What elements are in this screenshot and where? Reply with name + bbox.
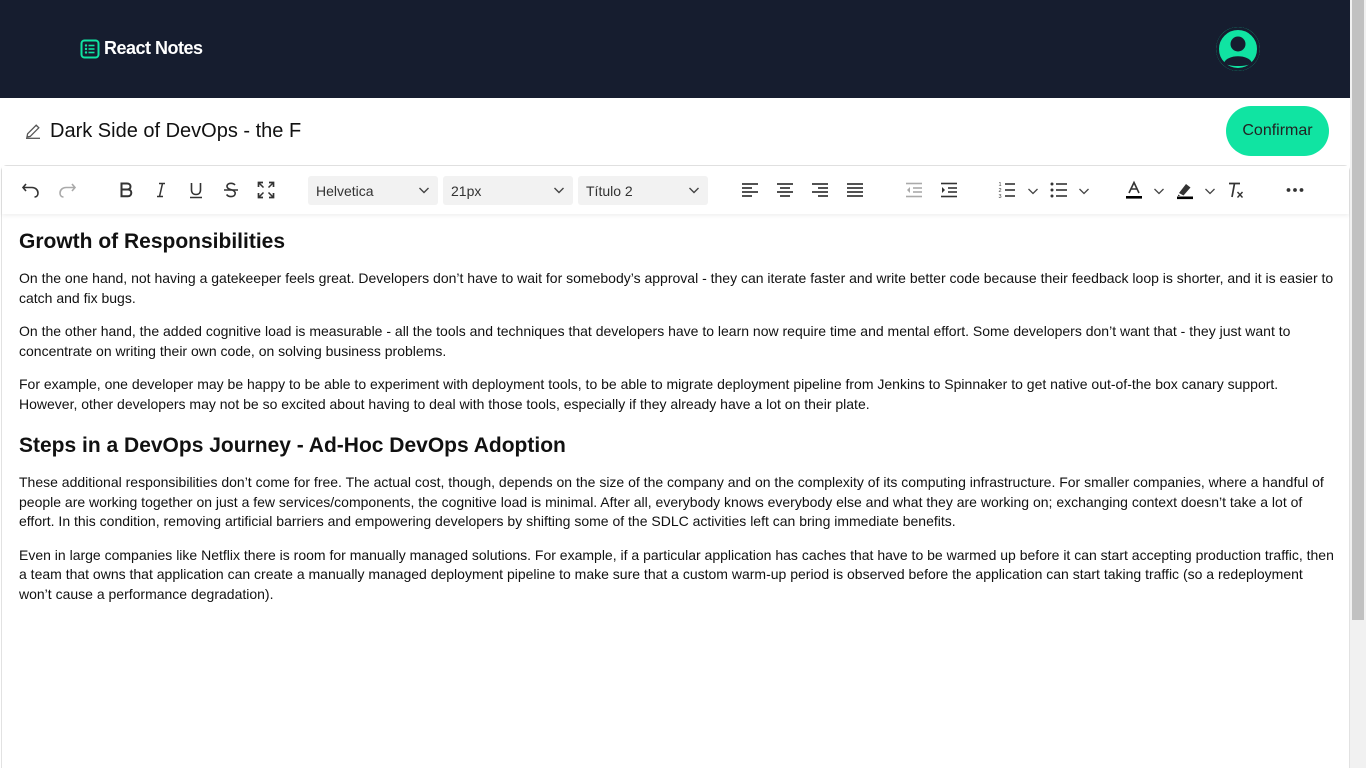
content-paragraph: For example, one developer may be happy …: [19, 376, 1279, 412]
content-heading: Growth of Responsibilities: [19, 230, 286, 253]
strikethrough-icon[interactable]: [219, 178, 243, 202]
chevron-down-icon[interactable]: [1153, 185, 1165, 197]
underline-icon[interactable]: [184, 178, 208, 202]
app: React Notes Confirmar: [0, 0, 1366, 768]
font-size-select[interactable]: 21px: [443, 176, 573, 205]
block-style-value: Título 2: [586, 182, 633, 199]
chevron-down-icon: [689, 187, 699, 194]
content-paragraph: On the one hand, not having a gatekeeper…: [19, 270, 1334, 306]
page-scrollbar[interactable]: [1350, 0, 1366, 768]
chevron-down-icon[interactable]: [1204, 185, 1216, 197]
content-paragraph: These additional responsibilities don’t …: [19, 474, 1324, 529]
undo-icon[interactable]: [19, 178, 43, 202]
more-icon[interactable]: [1283, 178, 1307, 202]
bold-icon[interactable]: [114, 178, 138, 202]
user-avatar-icon: [1216, 27, 1260, 71]
note-title-input[interactable]: [50, 116, 304, 146]
content-heading: Steps in a DevOps Journey - Ad-Hoc DevOp…: [19, 434, 566, 457]
redo-icon[interactable]: [55, 178, 79, 202]
note-title-bar: Confirmar: [0, 98, 1350, 164]
italic-icon[interactable]: [149, 178, 173, 202]
font-family-select[interactable]: Helvetica: [308, 176, 438, 205]
chevron-down-icon[interactable]: [1078, 185, 1090, 197]
app-name: React Notes: [104, 38, 203, 58]
fullscreen-icon[interactable]: [254, 178, 278, 202]
bullet-list-icon[interactable]: [1047, 178, 1071, 202]
font-family-value: Helvetica: [316, 182, 374, 199]
align-center-icon[interactable]: [773, 178, 797, 202]
chevron-down-icon[interactable]: [1027, 185, 1039, 197]
highlight-icon[interactable]: [1173, 178, 1197, 202]
pencil-icon: [24, 122, 42, 140]
font-size-value: 21px: [451, 182, 482, 199]
chevron-down-icon: [419, 187, 429, 194]
text-color-icon[interactable]: [1122, 178, 1146, 202]
content-paragraph: Even in large companies like Netflix the…: [19, 546, 1334, 602]
rich-text-editor: Helvetica 21px Título 2 1 2 3 Growth of …: [1, 165, 1350, 768]
block-style-select[interactable]: Título 2: [578, 176, 708, 205]
outdent-icon[interactable]: [902, 178, 926, 202]
svg-text:3: 3: [999, 194, 1002, 200]
editor-content[interactable]: Growth of Responsibilities On the one ha…: [19, 228, 1337, 618]
confirm-button[interactable]: Confirmar: [1226, 106, 1329, 156]
numbered-list-icon[interactable]: 123: [995, 178, 1019, 202]
editor-toolbar: Helvetica 21px Título 2 1 2 3: [2, 166, 1349, 214]
clear-formatting-icon[interactable]: [1224, 178, 1248, 202]
align-left-icon[interactable]: [738, 178, 762, 202]
align-justify-icon[interactable]: [843, 178, 867, 202]
notes-list-icon: [80, 39, 100, 59]
scrollbar-thumb[interactable]: [1352, 0, 1364, 620]
content-paragraph: On the other hand, the added cognitive l…: [19, 323, 1291, 359]
user-avatar-button[interactable]: [1216, 27, 1260, 71]
indent-icon[interactable]: [937, 178, 961, 202]
brand-link[interactable]: React Notes: [80, 38, 203, 59]
top-navbar: React Notes: [0, 0, 1350, 98]
align-right-icon[interactable]: [808, 178, 832, 202]
chevron-down-icon: [554, 187, 564, 194]
